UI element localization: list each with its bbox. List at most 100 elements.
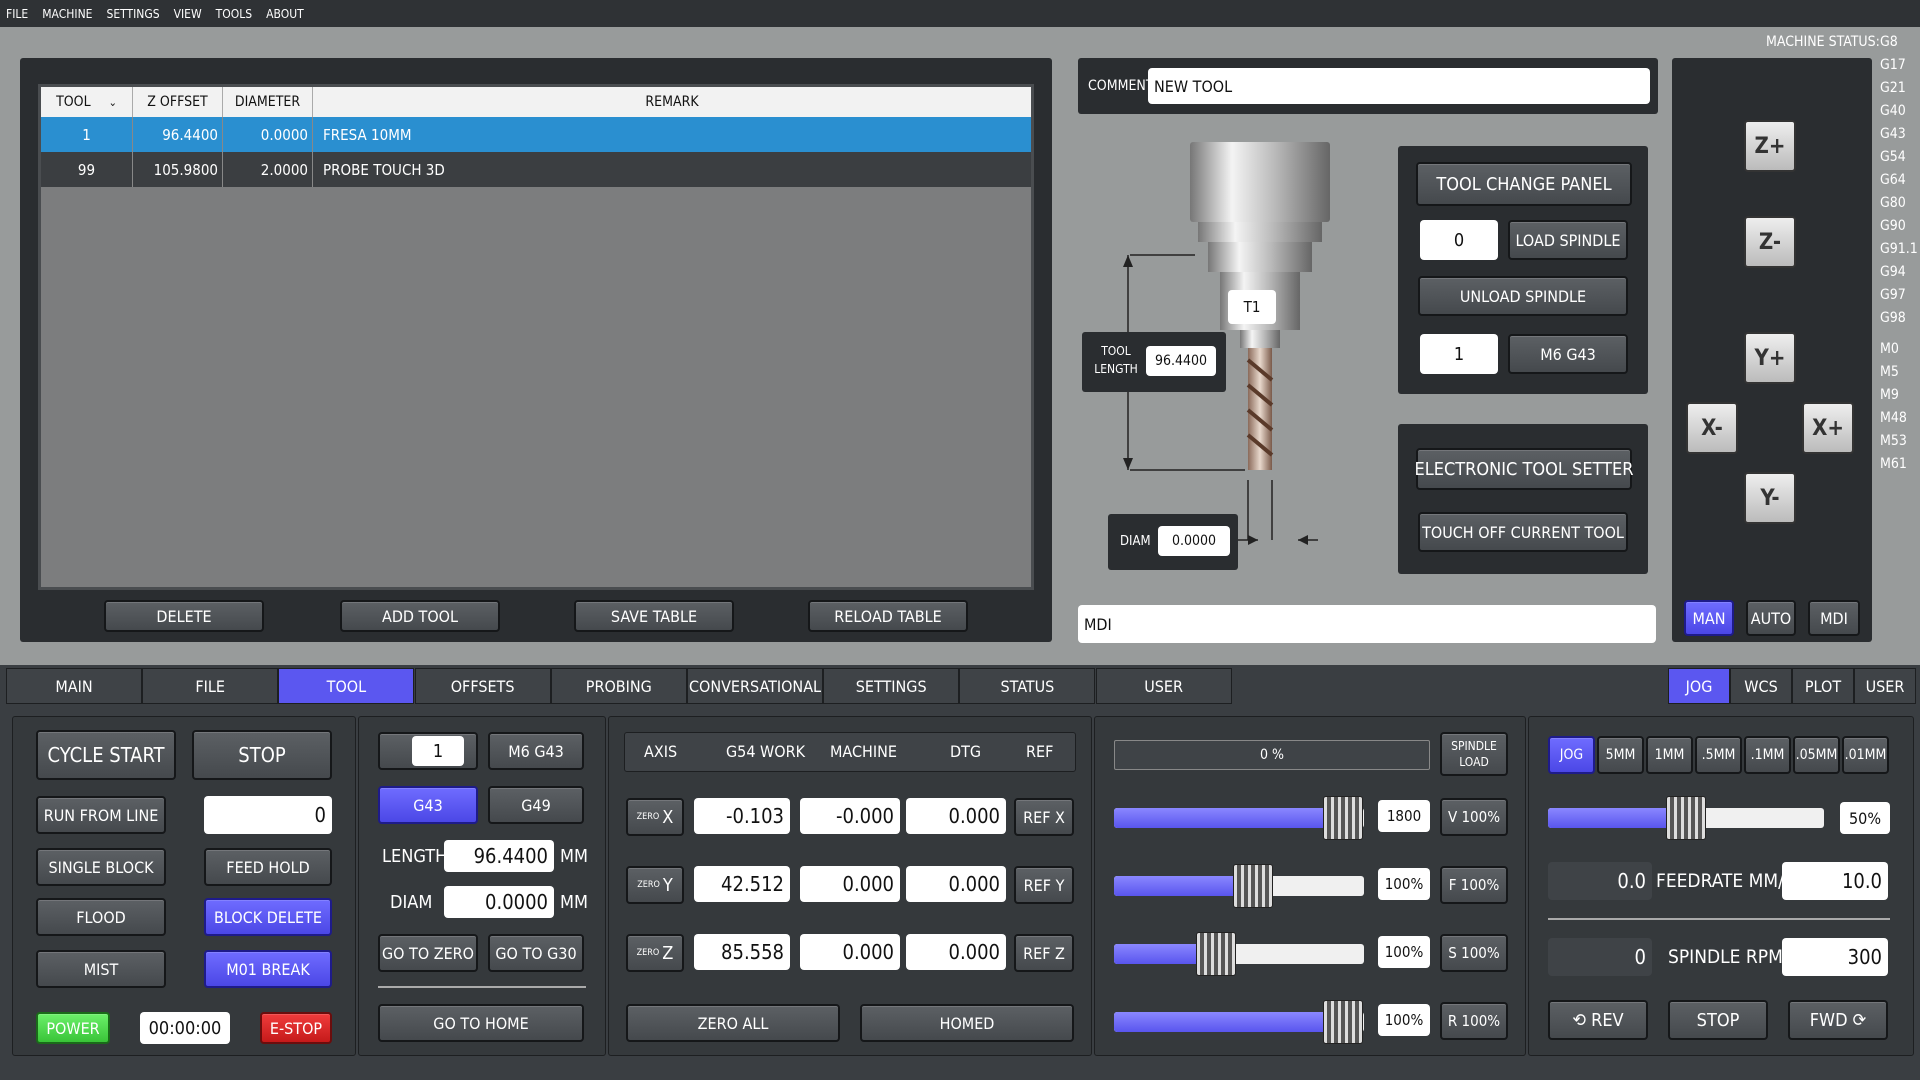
feed-hold-button[interactable]: FEED HOLD: [204, 848, 332, 886]
spindle-rev-button[interactable]: ⟲ REV: [1548, 1000, 1648, 1040]
override-reset-button[interactable]: F 100%: [1440, 866, 1508, 904]
tab-main[interactable]: MAIN: [6, 668, 142, 704]
comment-field[interactable]: NEW TOOL: [1148, 68, 1650, 104]
jog-y-minus-button[interactable]: Y-: [1744, 472, 1796, 524]
jog-rate-handle[interactable]: [1666, 796, 1706, 840]
zero-y-button[interactable]: ZERO Y: [626, 866, 684, 904]
zero-small-label: ZERO: [637, 880, 660, 890]
cycle-start-button[interactable]: CYCLE START: [36, 730, 176, 780]
add-tool-button[interactable]: ADD TOOL: [340, 600, 500, 632]
single-block-button[interactable]: SINGLE BLOCK: [36, 848, 166, 886]
jog-y-plus-button[interactable]: Y+: [1744, 332, 1796, 384]
menu-view[interactable]: VIEW: [174, 7, 202, 21]
right-tab-user[interactable]: USER: [1854, 668, 1916, 704]
right-tab-plot[interactable]: PLOT: [1792, 668, 1854, 704]
tab-file[interactable]: FILE: [142, 668, 279, 704]
header-tool[interactable]: TOOL ⌄: [41, 87, 133, 117]
feedrate-input[interactable]: 10.0: [1782, 862, 1888, 900]
override-reset-button[interactable]: S 100%: [1440, 934, 1508, 972]
cell-remark: FRESA 10MM: [323, 125, 412, 144]
save-table-button[interactable]: SAVE TABLE: [574, 600, 734, 632]
mode-mdi-button[interactable]: MDI: [1808, 600, 1860, 636]
spindle-fwd-button[interactable]: FWD ⟳: [1788, 1000, 1888, 1040]
gcode-status-item: M9: [1880, 387, 1899, 403]
zero-all-button[interactable]: ZERO ALL: [626, 1004, 840, 1042]
g49-button[interactable]: G49: [488, 786, 584, 824]
tab-offsets[interactable]: OFFSETS: [414, 668, 551, 704]
jog-x-plus-button[interactable]: X+: [1802, 402, 1854, 454]
override-reset-button[interactable]: V 100%: [1440, 798, 1508, 836]
delete-button[interactable]: DELETE: [104, 600, 264, 632]
menu-file[interactable]: FILE: [6, 7, 28, 21]
tool-table[interactable]: TOOL ⌄ Z OFFSET DIAMETER REMARK 1 96.4400…: [38, 84, 1034, 590]
g43-button[interactable]: G43: [378, 786, 478, 824]
mist-button[interactable]: MIST: [36, 950, 166, 988]
touch-off-button[interactable]: TOUCH OFF CURRENT TOOL: [1418, 512, 1628, 552]
header-diameter[interactable]: DIAMETER: [223, 87, 313, 117]
header-z-offset[interactable]: Z OFFSET: [133, 87, 223, 117]
tab-user[interactable]: USER: [1095, 668, 1232, 704]
unload-spindle-button[interactable]: UNLOAD SPINDLE: [1418, 276, 1628, 316]
gcode-status-item: G21: [1880, 80, 1906, 96]
header-remark[interactable]: REMARK: [313, 87, 1031, 117]
jog-step-point-5mm[interactable]: .5MM: [1695, 736, 1742, 774]
flood-button[interactable]: FLOOD: [36, 898, 166, 936]
jog-step-5mm[interactable]: 5MM: [1597, 736, 1644, 774]
override-handle[interactable]: [1233, 864, 1273, 908]
tab-status[interactable]: STATUS: [959, 668, 1096, 704]
jog-x-minus-button[interactable]: X-: [1686, 402, 1738, 454]
go-to-zero-button[interactable]: GO TO ZERO: [378, 934, 478, 972]
jog-z-minus-button[interactable]: Z-: [1744, 216, 1796, 268]
override-slider[interactable]: [1114, 944, 1364, 964]
menu-tools[interactable]: TOOLS: [216, 7, 252, 21]
menu-about[interactable]: ABOUT: [266, 7, 304, 21]
override-handle[interactable]: [1323, 796, 1363, 840]
mdi-input[interactable]: MDI: [1078, 605, 1656, 643]
m6-g43-quick-button[interactable]: M6 G43: [488, 732, 584, 770]
jog-z-plus-button[interactable]: Z+: [1744, 120, 1796, 172]
m6-tool-input[interactable]: 1: [1420, 334, 1498, 374]
run-from-line-input[interactable]: 0: [204, 796, 332, 834]
zero-x-button[interactable]: ZERO X: [626, 798, 684, 836]
spindle-stop-button[interactable]: STOP: [1668, 1000, 1768, 1040]
jog-step-1mm[interactable]: 1MM: [1646, 736, 1693, 774]
mode-auto-button[interactable]: AUTO: [1746, 600, 1796, 636]
tool-number-input[interactable]: 1: [412, 736, 464, 766]
menu-settings[interactable]: SETTINGS: [106, 7, 159, 21]
load-tool-input[interactable]: 0: [1420, 220, 1498, 260]
run-from-line-button[interactable]: RUN FROM LINE: [36, 796, 166, 834]
go-to-g30-button[interactable]: GO TO G30: [488, 934, 584, 972]
ref-z-button[interactable]: REF Z: [1014, 934, 1074, 972]
override-handle[interactable]: [1195, 932, 1236, 976]
tab-settings[interactable]: SETTINGS: [823, 668, 960, 704]
go-to-home-button[interactable]: GO TO HOME: [378, 1004, 584, 1042]
m01-break-button[interactable]: M01 BREAK: [204, 950, 332, 988]
spindle-rpm-input[interactable]: 300: [1782, 938, 1888, 976]
zero-z-button[interactable]: ZERO Z: [626, 934, 684, 972]
estop-button[interactable]: E-STOP: [260, 1012, 332, 1044]
homed-button[interactable]: HOMED: [860, 1004, 1074, 1042]
right-tab-wcs[interactable]: WCS: [1730, 668, 1792, 704]
mode-man-button[interactable]: MAN: [1684, 600, 1734, 636]
tab-conversational[interactable]: CONVERSATIONAL: [687, 668, 823, 704]
tab-probing[interactable]: PROBING: [550, 668, 687, 704]
ref-x-button[interactable]: REF X: [1014, 798, 1074, 836]
override-reset-button[interactable]: R 100%: [1440, 1002, 1508, 1040]
reload-table-button[interactable]: RELOAD TABLE: [808, 600, 968, 632]
spindle-load-button[interactable]: SPINDLE LOAD: [1440, 732, 1508, 776]
jog-step-jog[interactable]: JOG: [1548, 736, 1595, 774]
menu-machine[interactable]: MACHINE: [42, 7, 92, 21]
override-handle[interactable]: [1323, 1000, 1363, 1044]
dro-header-work: G54 WORK: [726, 742, 806, 761]
tab-tool[interactable]: TOOL: [278, 668, 415, 704]
stop-button[interactable]: STOP: [192, 730, 332, 780]
power-button[interactable]: POWER: [36, 1012, 110, 1044]
jog-step-point-05mm[interactable]: .05MM: [1793, 736, 1840, 774]
load-spindle-button[interactable]: LOAD SPINDLE: [1508, 220, 1628, 260]
jog-step-point-1mm[interactable]: .1MM: [1744, 736, 1791, 774]
m6-g43-button[interactable]: M6 G43: [1508, 334, 1628, 374]
block-delete-button[interactable]: BLOCK DELETE: [204, 898, 332, 936]
ref-y-button[interactable]: REF Y: [1014, 866, 1074, 904]
jog-step-point-01mm[interactable]: .01MM: [1842, 736, 1889, 774]
right-tab-jog[interactable]: JOG: [1668, 668, 1730, 704]
